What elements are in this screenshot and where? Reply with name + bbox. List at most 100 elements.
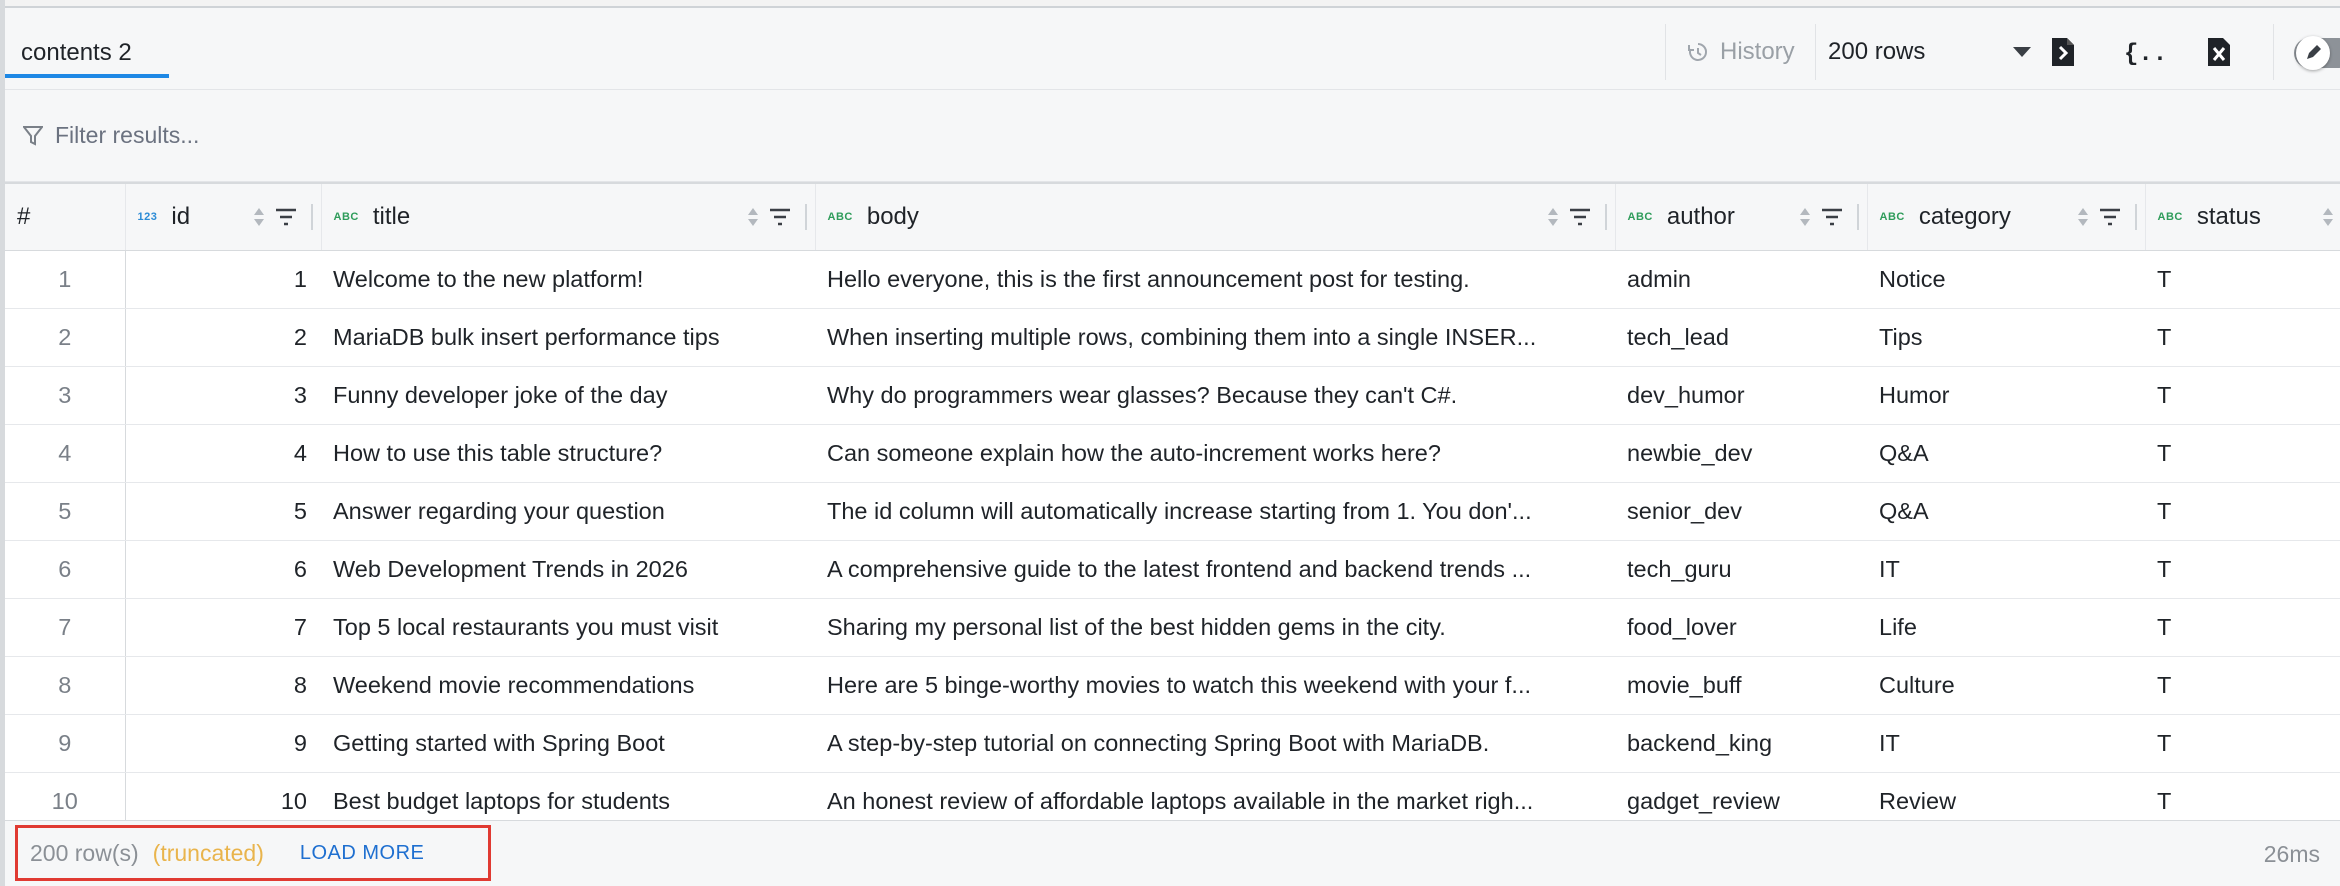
cell-id[interactable]: 3 xyxy=(125,366,321,425)
column-resize-handle[interactable] xyxy=(310,204,313,230)
cell-category[interactable]: Q&A xyxy=(1867,424,2145,483)
cell-status[interactable]: T xyxy=(2145,598,2340,657)
sort-icon[interactable] xyxy=(747,206,759,228)
column-header-status[interactable]: ABC status xyxy=(2145,184,2340,251)
cell-id[interactable]: 7 xyxy=(125,598,321,657)
cell-title[interactable]: Getting started with Spring Boot xyxy=(321,714,815,773)
sort-icon[interactable] xyxy=(2322,206,2334,228)
cell-author[interactable]: senior_dev xyxy=(1615,482,1867,541)
cell-title[interactable]: Best budget laptops for students xyxy=(321,772,815,820)
table-row[interactable]: 1 1 Welcome to the new platform! Hello ever… xyxy=(5,250,2340,309)
cell-category[interactable]: Humor xyxy=(1867,366,2145,425)
cell-id[interactable]: 4 xyxy=(125,424,321,483)
cell-title[interactable]: Web Development Trends in 2026 xyxy=(321,540,815,599)
cell-id[interactable]: 5 xyxy=(125,482,321,541)
cell-id[interactable]: 9 xyxy=(125,714,321,773)
table-row[interactable]: 5 5 Answer regarding your question The id c… xyxy=(5,482,2340,541)
load-more-button[interactable]: LOAD MORE xyxy=(300,842,425,865)
cell-body[interactable]: An honest review of affordable laptops a… xyxy=(815,772,1615,820)
table-row[interactable]: 2 2 MariaDB bulk insert performance tips Wh… xyxy=(5,308,2340,367)
column-resize-handle[interactable] xyxy=(2134,204,2137,230)
column-resize-handle[interactable] xyxy=(804,204,807,230)
sort-icon[interactable] xyxy=(253,206,265,228)
rows-limit-select[interactable]: 200 rows xyxy=(1815,24,2045,80)
cell-status[interactable]: T xyxy=(2145,366,2340,425)
filter-results-input[interactable] xyxy=(53,121,653,150)
cell-status[interactable]: T xyxy=(2145,714,2340,773)
cell-status[interactable]: T xyxy=(2145,540,2340,599)
cell-body[interactable]: A comprehensive guide to the latest fron… xyxy=(815,540,1615,599)
cell-title[interactable]: Weekend movie recommendations xyxy=(321,656,815,715)
cell-status[interactable]: T xyxy=(2145,250,2340,309)
cell-body[interactable]: Can someone explain how the auto-increme… xyxy=(815,424,1615,483)
column-header-body[interactable]: ABC body xyxy=(815,184,1616,251)
column-header-id[interactable]: 123 id xyxy=(125,184,322,251)
column-header-title[interactable]: ABC title xyxy=(321,184,816,251)
table-row[interactable]: 7 7 Top 5 local restaurants you must visit… xyxy=(5,598,2340,657)
cell-author[interactable]: movie_buff xyxy=(1615,656,1867,715)
cell-author[interactable]: admin xyxy=(1615,250,1867,309)
cell-body[interactable]: When inserting multiple rows, combining … xyxy=(815,308,1615,367)
cell-author[interactable]: gadget_review xyxy=(1615,772,1867,820)
cell-author[interactable]: food_lover xyxy=(1615,598,1867,657)
cell-body[interactable]: Why do programmers wear glasses? Because… xyxy=(815,366,1615,425)
column-filter-icon[interactable] xyxy=(275,208,297,226)
column-filter-icon[interactable] xyxy=(1569,208,1591,226)
cell-author[interactable]: tech_lead xyxy=(1615,308,1867,367)
cell-author[interactable]: dev_humor xyxy=(1615,366,1867,425)
export-file-button[interactable] xyxy=(2045,34,2081,70)
excel-export-button[interactable] xyxy=(2201,34,2237,70)
cell-category[interactable]: Life xyxy=(1867,598,2145,657)
cell-author[interactable]: backend_king xyxy=(1615,714,1867,773)
cell-body[interactable]: Hello everyone, this is the first announ… xyxy=(815,250,1615,309)
column-filter-icon[interactable] xyxy=(2099,208,2121,226)
cell-category[interactable]: Q&A xyxy=(1867,482,2145,541)
cell-title[interactable]: Funny developer joke of the day xyxy=(321,366,815,425)
column-resize-handle[interactable] xyxy=(1856,204,1859,230)
sort-icon[interactable] xyxy=(2077,206,2089,228)
cell-id[interactable]: 8 xyxy=(125,656,321,715)
table-row[interactable]: 10 10 Best budget laptops for students An h… xyxy=(5,772,2340,820)
column-header-category[interactable]: ABC category xyxy=(1867,184,2146,251)
cell-title[interactable]: MariaDB bulk insert performance tips xyxy=(321,308,815,367)
history-button[interactable]: History xyxy=(1665,24,1815,80)
cell-status[interactable]: T xyxy=(2145,308,2340,367)
column-header-author[interactable]: ABC author xyxy=(1615,184,1868,251)
cell-status[interactable]: T xyxy=(2145,424,2340,483)
column-resize-handle[interactable] xyxy=(1604,204,1607,230)
table-row[interactable]: 4 4 How to use this table structure? Can so… xyxy=(5,424,2340,483)
sort-icon[interactable] xyxy=(1547,206,1559,228)
cell-id[interactable]: 10 xyxy=(125,772,321,820)
cell-title[interactable]: How to use this table structure? xyxy=(321,424,815,483)
table-row[interactable]: 3 3 Funny developer joke of the day Why do … xyxy=(5,366,2340,425)
cell-status[interactable]: T xyxy=(2145,482,2340,541)
cell-id[interactable]: 6 xyxy=(125,540,321,599)
json-export-button[interactable]: {..} xyxy=(2120,34,2168,70)
cell-author[interactable]: newbie_dev xyxy=(1615,424,1867,483)
cell-category[interactable]: Tips xyxy=(1867,308,2145,367)
cell-id[interactable]: 1 xyxy=(125,250,321,309)
cell-author[interactable]: tech_guru xyxy=(1615,540,1867,599)
cell-status[interactable]: T xyxy=(2145,772,2340,820)
cell-body[interactable]: A step-by-step tutorial on connecting Sp… xyxy=(815,714,1615,773)
sort-icon[interactable] xyxy=(1799,206,1811,228)
table-row[interactable]: 6 6 Web Development Trends in 2026 A compre… xyxy=(5,540,2340,599)
table-row[interactable]: 9 9 Getting started with Spring Boot A step… xyxy=(5,714,2340,773)
column-filter-icon[interactable] xyxy=(1821,208,1843,226)
cell-category[interactable]: Culture xyxy=(1867,656,2145,715)
cell-body[interactable]: Here are 5 binge-worthy movies to watch … xyxy=(815,656,1615,715)
cell-category[interactable]: Review xyxy=(1867,772,2145,820)
cell-status[interactable]: T xyxy=(2145,656,2340,715)
cell-category[interactable]: IT xyxy=(1867,714,2145,773)
cell-category[interactable]: IT xyxy=(1867,540,2145,599)
edit-mode-toggle[interactable] xyxy=(2273,24,2340,80)
cell-title[interactable]: Welcome to the new platform! xyxy=(321,250,815,309)
cell-body[interactable]: The id column will automatically increas… xyxy=(815,482,1615,541)
cell-title[interactable]: Top 5 local restaurants you must visit xyxy=(321,598,815,657)
cell-title[interactable]: Answer regarding your question xyxy=(321,482,815,541)
table-row[interactable]: 8 8 Weekend movie recommendations Here are … xyxy=(5,656,2340,715)
cell-category[interactable]: Notice xyxy=(1867,250,2145,309)
cell-body[interactable]: Sharing my personal list of the best hid… xyxy=(815,598,1615,657)
cell-id[interactable]: 2 xyxy=(125,308,321,367)
column-filter-icon[interactable] xyxy=(769,208,791,226)
